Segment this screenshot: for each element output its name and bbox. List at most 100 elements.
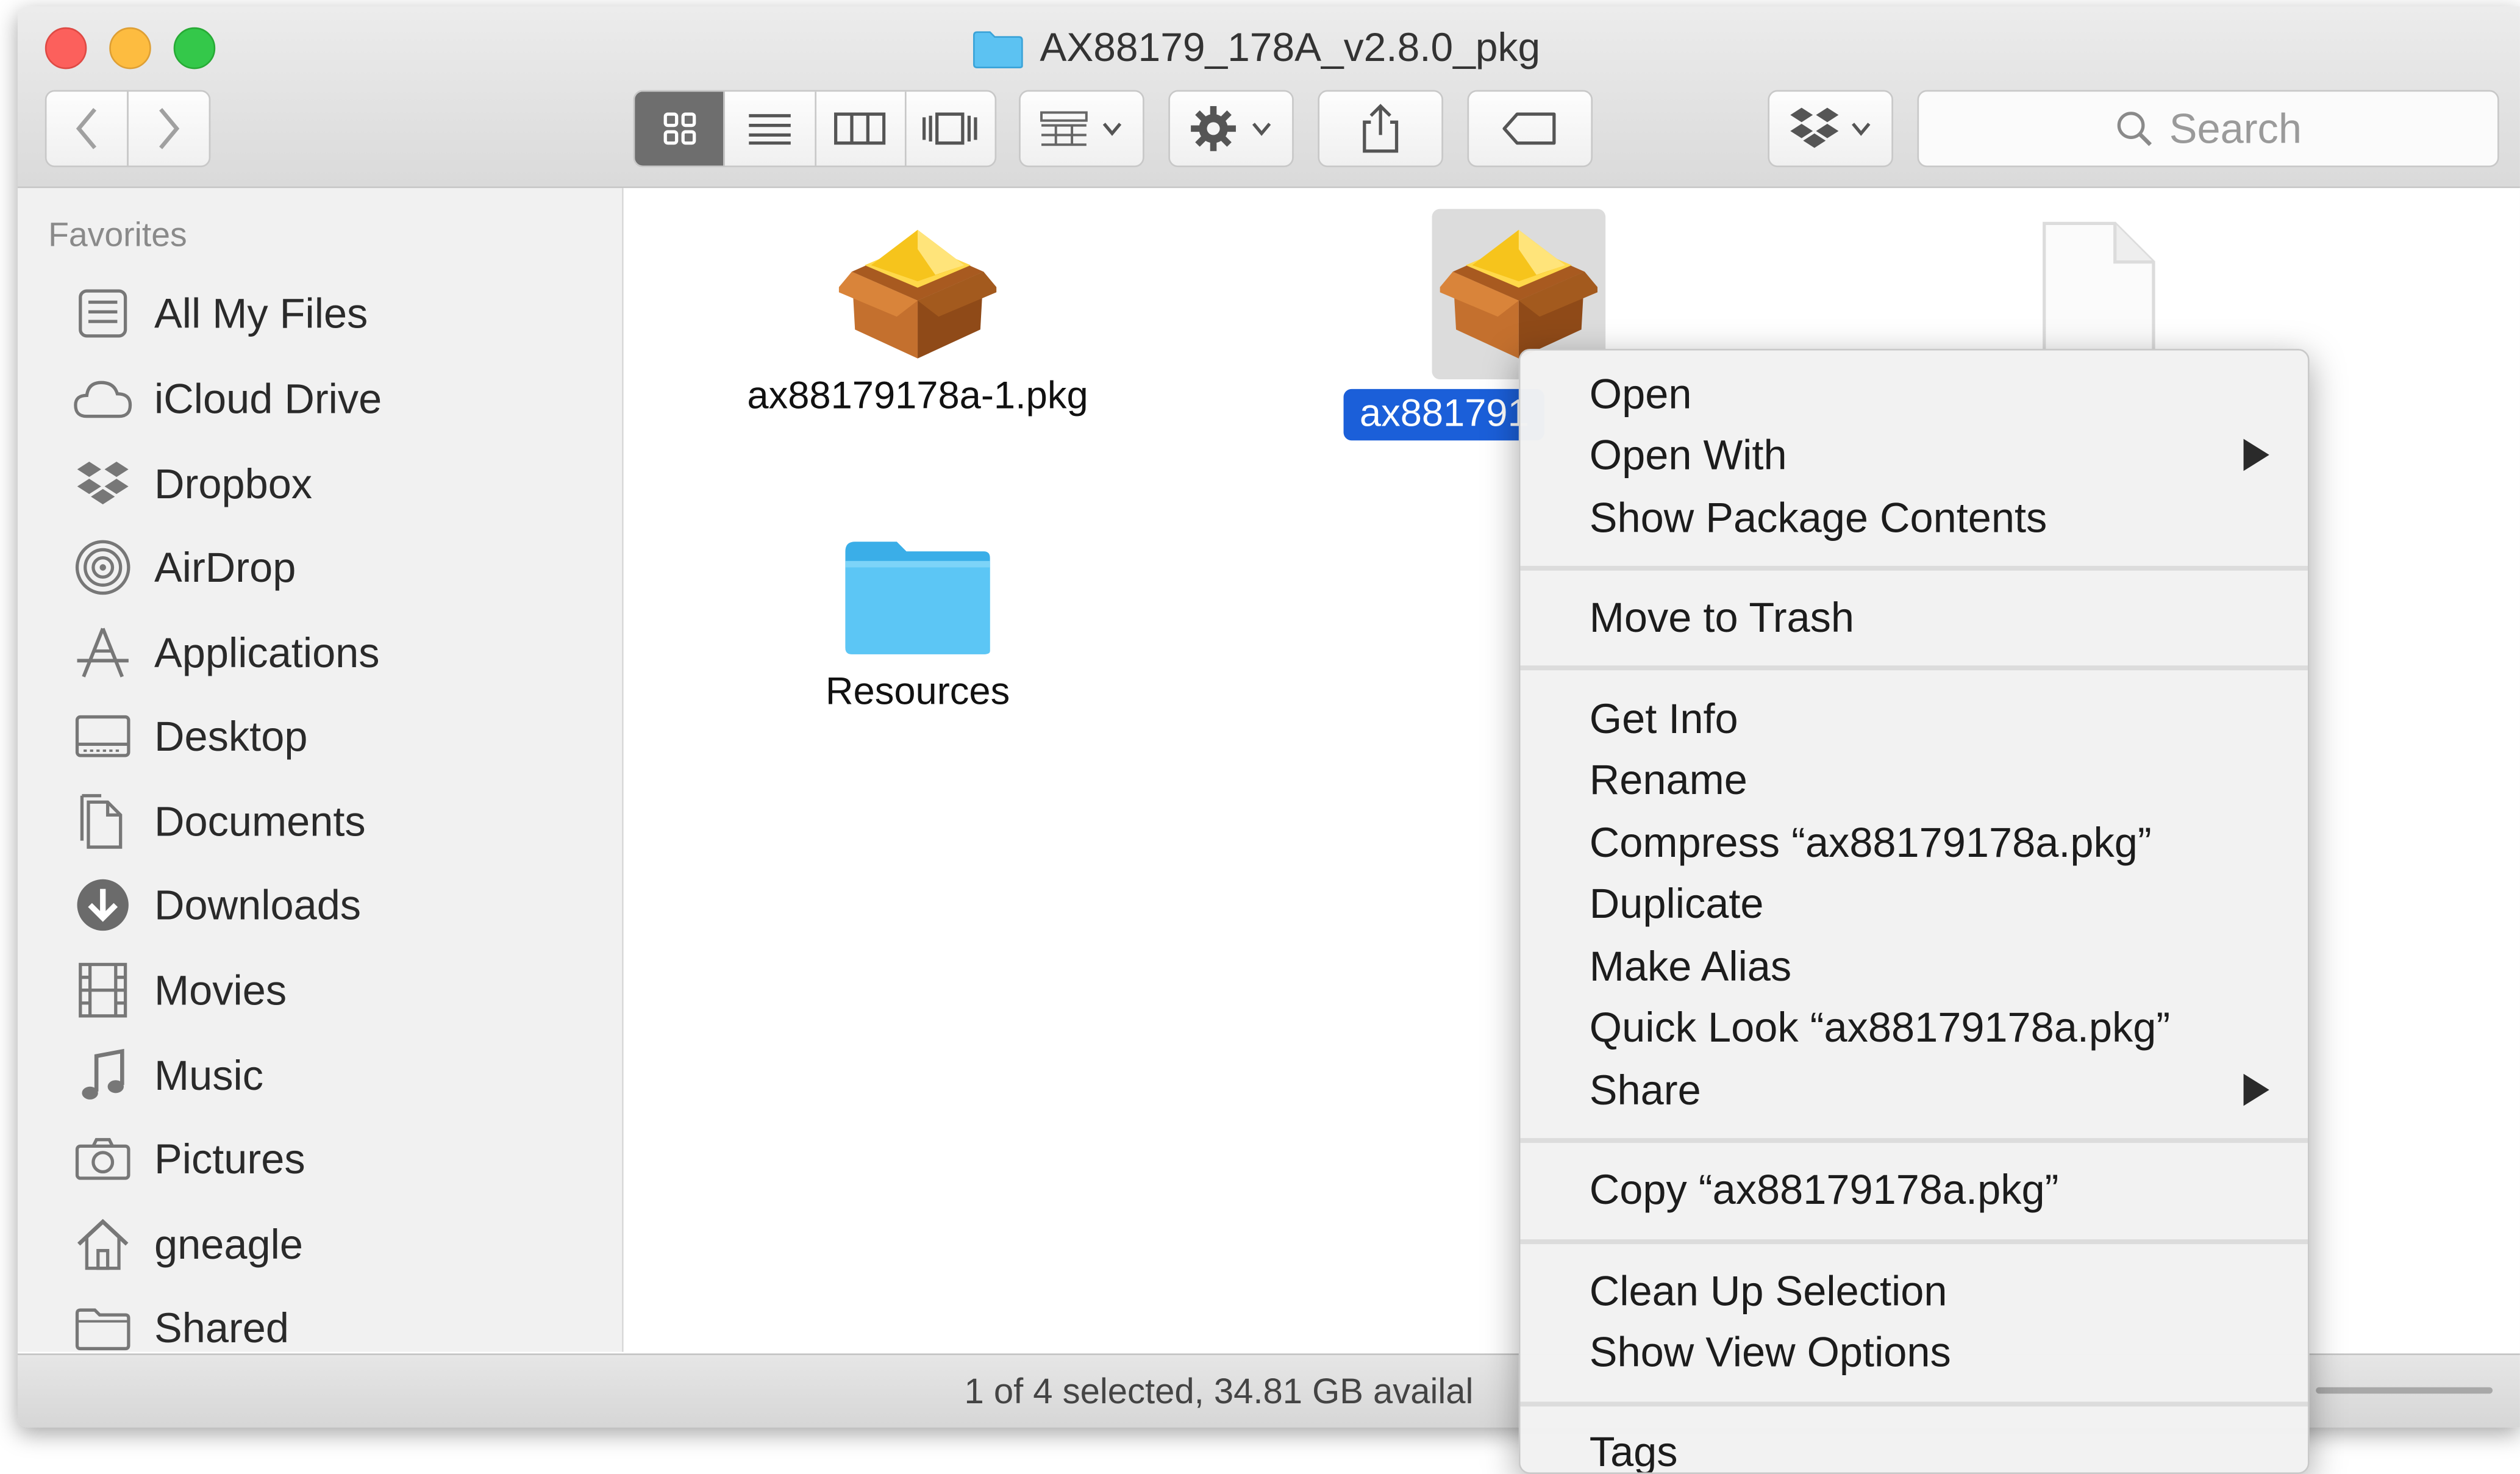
sidebar-item-airdrop[interactable]: AirDrop [73, 535, 296, 599]
window-title-text: AX88179_178A_v2.8.0_pkg [1040, 24, 1541, 70]
search-field[interactable]: Search [1917, 90, 2499, 168]
share-icon [1363, 104, 1399, 153]
action-button[interactable] [1168, 90, 1294, 168]
menu-item-show-view-options[interactable]: Show View Options [1590, 1322, 1951, 1383]
documents-icon [80, 794, 123, 849]
menu-item-open[interactable]: Open [1590, 363, 1692, 424]
screen: AX88179_178A_v2.8.0_pkg Search Favorites… [0, 0, 2520, 1474]
menu-item-open-with[interactable]: Open With [1590, 424, 1787, 485]
list-view-button[interactable] [725, 91, 816, 166]
tags-button[interactable] [1467, 90, 1593, 168]
partially-hidden-file[interactable] [2041, 220, 2157, 367]
sidebar-item-label: Shared [154, 1303, 290, 1351]
chevron-right-icon [159, 108, 180, 149]
submenu-arrow-icon [2243, 1073, 2269, 1106]
document-icon [2043, 221, 2155, 360]
column-view-button[interactable] [816, 91, 906, 166]
minimize-button[interactable] [109, 27, 151, 70]
menu-item-rename[interactable]: Rename [1590, 749, 1747, 810]
close-button[interactable] [45, 27, 87, 70]
list-view-icon [748, 114, 791, 145]
maximize-button[interactable] [173, 27, 216, 70]
home-icon [77, 1218, 129, 1270]
menu-item-tags[interactable]: Tags [1590, 1421, 1678, 1472]
selected-file-item[interactable] [1437, 217, 1601, 370]
sidebar-item-label: iCloud Drive [154, 373, 382, 422]
package-icon [1437, 229, 1601, 359]
menu-item-get-info[interactable]: Get Info [1590, 688, 1738, 749]
music-note-icon [82, 1048, 124, 1100]
dropbox-button[interactable] [1768, 90, 1893, 168]
menu-item-quick-look[interactable]: Quick Look “ax88179178a.pkg” [1590, 996, 2170, 1057]
column-view-icon [834, 112, 886, 145]
sidebar-item-label: Music [154, 1050, 264, 1099]
search-placeholder: Search [2169, 104, 2302, 152]
downloads-icon [77, 879, 129, 931]
menu-separator [1520, 565, 2308, 571]
menu-item-make-alias[interactable]: Make Alias [1590, 936, 1791, 996]
menu-item-show-package-contents[interactable]: Show Package Contents [1590, 487, 2047, 548]
sidebar-item-movies[interactable]: Movies [73, 958, 287, 1022]
tag-icon [1502, 112, 1556, 145]
sidebar-item-label: Documents [154, 796, 366, 845]
sidebar-item-downloads[interactable]: Downloads [73, 873, 361, 937]
context-menu: Open Open With Show Package Contents Mov… [1518, 348, 2310, 1474]
sidebar-item-applications[interactable]: Applications [73, 620, 380, 684]
dropbox-icon [1790, 107, 1839, 148]
sidebar-item-label: AirDrop [154, 542, 296, 591]
folder-icon [845, 542, 990, 654]
menu-item-clean-up-selection[interactable]: Clean Up Selection [1590, 1260, 1947, 1321]
cover-flow-icon [923, 112, 978, 145]
sidebar-item-dropbox[interactable]: Dropbox [73, 452, 312, 516]
chevron-down-icon [1102, 123, 1122, 136]
folder-item[interactable]: Resources [776, 538, 1059, 715]
sidebar-item-label: Dropbox [154, 459, 313, 507]
selected-file-name[interactable]: ax881791 [1343, 388, 1546, 441]
forward-button[interactable] [127, 90, 211, 168]
menu-separator [1520, 1138, 2308, 1143]
sidebar: Favorites All My Files iCloud Drive Drop… [17, 188, 624, 1352]
folder-icon [973, 30, 1023, 68]
sidebar-item-all-my-files[interactable]: All My Files [73, 281, 368, 345]
cloud-icon [74, 381, 132, 418]
chevron-left-icon [76, 108, 97, 149]
menu-item-compress[interactable]: Compress “ax88179178a.pkg” [1590, 812, 2152, 873]
file-name: ax88179178a-1.pkg [747, 374, 1088, 418]
sidebar-heading: Favorites [48, 216, 187, 254]
sidebar-item-desktop[interactable]: Desktop [73, 704, 308, 768]
toolbar: AX88179_178A_v2.8.0_pkg Search [17, 6, 2520, 188]
sidebar-item-label: Desktop [154, 711, 308, 760]
sidebar-item-pictures[interactable]: Pictures [73, 1127, 305, 1191]
package-icon [838, 229, 997, 359]
sidebar-item-label: All My Files [154, 288, 368, 337]
arrange-grid-icon [1040, 111, 1088, 146]
status-slider[interactable] [2316, 1387, 2493, 1394]
sidebar-item-icloud-drive[interactable]: iCloud Drive [73, 367, 382, 431]
menu-item-share[interactable]: Share [1590, 1059, 1701, 1120]
gear-icon [1191, 106, 1236, 151]
folder-name: Resources [825, 670, 1010, 714]
film-icon [79, 962, 127, 1018]
sidebar-item-music[interactable]: Music [73, 1043, 263, 1107]
sidebar-item-shared[interactable]: Shared [73, 1295, 289, 1359]
share-button[interactable] [1318, 90, 1443, 168]
menu-separator [1520, 1239, 2308, 1245]
shared-folder-icon [75, 1308, 130, 1351]
menu-item-move-to-trash[interactable]: Move to Trash [1590, 587, 1854, 648]
window-title: AX88179_178A_v2.8.0_pkg [973, 23, 1540, 74]
sidebar-item-documents[interactable]: Documents [73, 789, 366, 853]
file-item[interactable]: ax88179178a-1.pkg [739, 217, 1096, 420]
cover-flow-button[interactable] [906, 91, 995, 165]
applications-icon [77, 628, 129, 678]
menu-item-copy[interactable]: Copy “ax88179178a.pkg” [1590, 1159, 2059, 1220]
menu-item-duplicate[interactable]: Duplicate [1590, 873, 1764, 934]
back-button[interactable] [45, 90, 129, 168]
search-icon [2117, 112, 2152, 146]
arrange-button[interactable] [1019, 90, 1144, 168]
sidebar-item-label: Movies [154, 965, 287, 1014]
sidebar-item-label: Downloads [154, 880, 362, 929]
icon-view-button[interactable] [635, 91, 726, 166]
sidebar-item-gneagle[interactable]: gneagle [73, 1212, 303, 1276]
desktop-icon [75, 715, 130, 757]
sidebar-item-label: gneagle [154, 1219, 303, 1268]
